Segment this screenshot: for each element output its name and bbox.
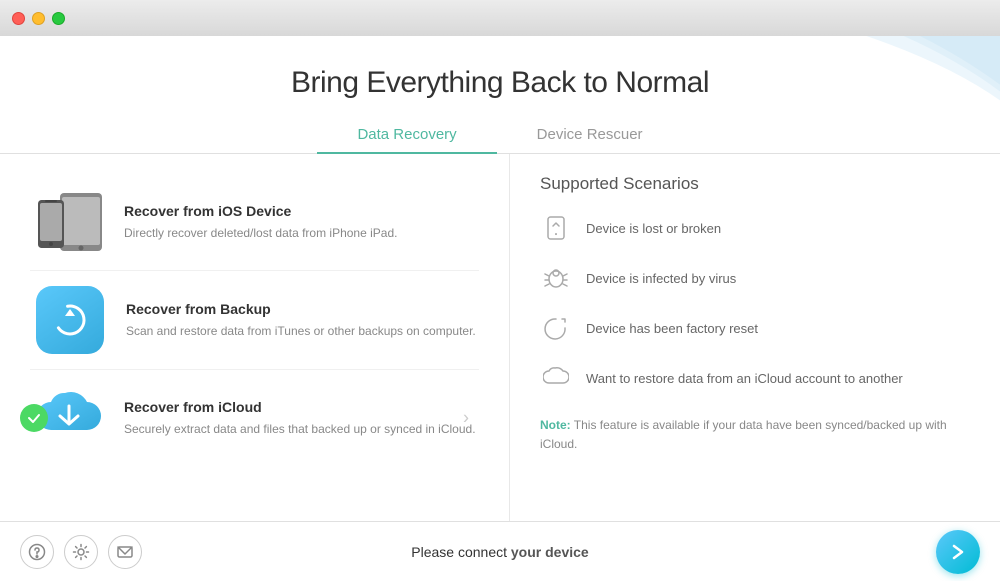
recover-backup-option[interactable]: Recover from Backup Scan and restore dat… bbox=[30, 271, 479, 370]
ios-devices-svg bbox=[30, 188, 108, 256]
tab-device-rescuer[interactable]: Device Rescuer bbox=[497, 118, 683, 153]
scenario-lost-broken: Device is lost or broken bbox=[540, 212, 970, 244]
icloud-option-desc: Securely extract data and files that bac… bbox=[124, 420, 476, 438]
backup-option-title: Recover from Backup bbox=[126, 301, 476, 317]
settings-button[interactable] bbox=[64, 535, 98, 569]
main-content: Bring Everything Back to Normal Data Rec… bbox=[0, 36, 1000, 581]
reset-icon bbox=[540, 312, 572, 344]
backup-option-text: Recover from Backup Scan and restore dat… bbox=[126, 301, 476, 340]
main-title: Bring Everything Back to Normal bbox=[0, 66, 1000, 100]
title-bar bbox=[0, 0, 1000, 36]
minimize-button[interactable] bbox=[32, 12, 45, 25]
note-highlight: Note: bbox=[540, 418, 571, 432]
icloud-option-title: Recover from iCloud bbox=[124, 399, 476, 415]
icloud-option-text: Recover from iCloud Securely extract dat… bbox=[124, 399, 476, 438]
selected-checkmark bbox=[20, 404, 48, 432]
scenarios-title: Supported Scenarios bbox=[540, 174, 970, 194]
maximize-button[interactable] bbox=[52, 12, 65, 25]
bottom-bar: Please connect your device bbox=[0, 521, 1000, 581]
ios-device-icon bbox=[30, 188, 108, 256]
scenario-virus-text: Device is infected by virus bbox=[586, 271, 736, 286]
scenario-factory-reset: Device has been factory reset bbox=[540, 312, 970, 344]
scenario-lost-text: Device is lost or broken bbox=[586, 221, 721, 236]
bug-icon bbox=[540, 262, 572, 294]
recover-icloud-option[interactable]: Recover from iCloud Securely extract dat… bbox=[30, 370, 479, 466]
scenario-virus: Device is infected by virus bbox=[540, 262, 970, 294]
email-button[interactable] bbox=[108, 535, 142, 569]
next-button[interactable] bbox=[936, 530, 980, 574]
content-area: Recover from iOS Device Directly recover… bbox=[0, 154, 1000, 521]
ios-option-text: Recover from iOS Device Directly recover… bbox=[124, 203, 397, 242]
scenario-icloud-text: Want to restore data from an iCloud acco… bbox=[586, 371, 903, 386]
status-text-bold: your device bbox=[511, 544, 589, 560]
right-panel: Supported Scenarios Device is lost or br… bbox=[510, 154, 1000, 521]
ios-option-title: Recover from iOS Device bbox=[124, 203, 397, 219]
close-button[interactable] bbox=[12, 12, 25, 25]
recover-ios-option[interactable]: Recover from iOS Device Directly recover… bbox=[30, 174, 479, 271]
backup-svg bbox=[51, 301, 89, 339]
left-panel: Recover from iOS Device Directly recover… bbox=[0, 154, 510, 521]
header-section: Bring Everything Back to Normal Data Rec… bbox=[0, 36, 1000, 154]
scenarios-note: Note: This feature is available if your … bbox=[540, 412, 970, 454]
icloud-arrow-indicator: › bbox=[463, 408, 469, 429]
scenario-factory-reset-text: Device has been factory reset bbox=[586, 321, 758, 336]
tab-data-recovery[interactable]: Data Recovery bbox=[317, 118, 496, 153]
bottom-status: Please connect your device bbox=[411, 544, 588, 560]
backup-icon bbox=[30, 285, 110, 355]
bottom-icons bbox=[20, 535, 142, 569]
status-text-plain: Please connect bbox=[411, 544, 511, 560]
cloud-scenario-icon bbox=[540, 362, 572, 394]
ios-option-desc: Directly recover deleted/lost data from … bbox=[124, 224, 397, 242]
backup-option-desc: Scan and restore data from iTunes or oth… bbox=[126, 322, 476, 340]
tabs-container: Data Recovery Device Rescuer bbox=[0, 118, 1000, 154]
scenario-icloud: Want to restore data from an iCloud acco… bbox=[540, 362, 970, 394]
help-button[interactable] bbox=[20, 535, 54, 569]
phone-lost-icon bbox=[540, 212, 572, 244]
